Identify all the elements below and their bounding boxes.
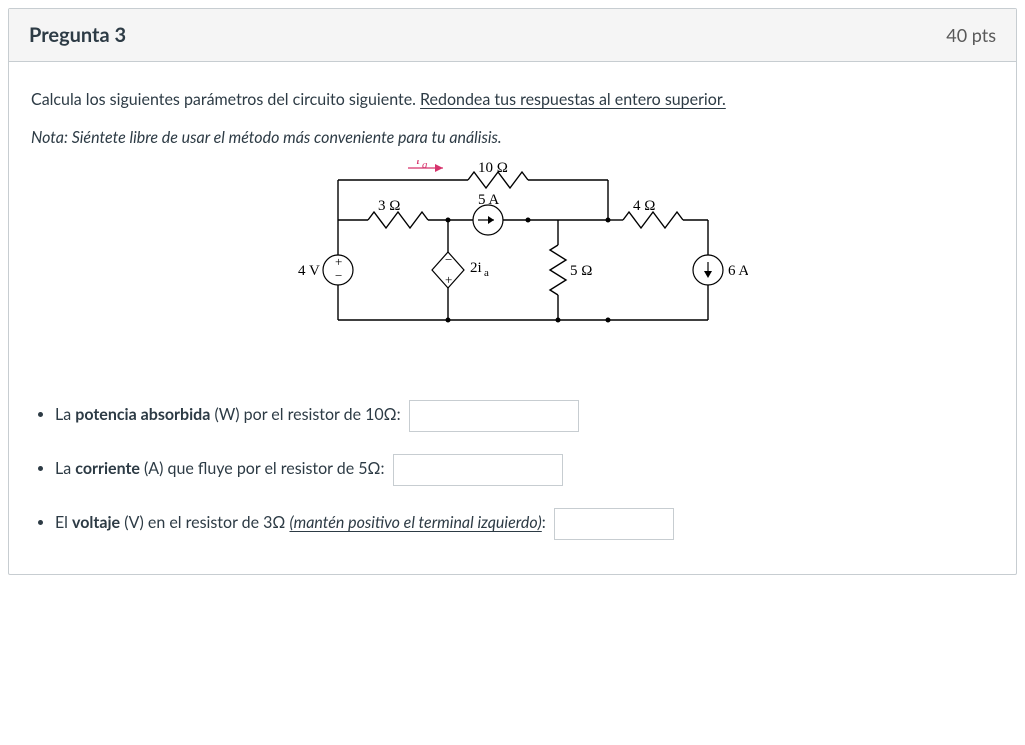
a2-post: (A) que fluye por el resistor de 5Ω:	[140, 459, 385, 478]
dep-minus: −	[445, 252, 452, 267]
a1-strong: potencia absorbida	[75, 405, 210, 424]
label-r10: 10 Ω	[478, 160, 508, 176]
a3-post: :	[542, 513, 546, 532]
label-6a: 6 A	[728, 263, 748, 279]
question-title: Pregunta 3	[29, 23, 126, 47]
answer-item-3: El voltaje (V) en el resistor de 3Ω (man…	[55, 508, 994, 540]
prompt-line: Calcula los siguientes parámetros del ci…	[31, 88, 994, 112]
label-r4: 4 Ω	[633, 198, 655, 214]
label-ia-sub: a	[422, 160, 428, 171]
a3-pre: El	[55, 513, 72, 532]
question-points: 40 pts	[946, 24, 996, 46]
answer-item-1: La potencia absorbida (W) por el resisto…	[55, 400, 994, 432]
answers-list: La potencia absorbida (W) por el resisto…	[31, 400, 994, 540]
answer-input-1[interactable]	[409, 400, 579, 432]
label-2ia: 2i	[470, 260, 482, 276]
answer-item-2: La corriente (A) que fluye por el resist…	[55, 454, 994, 486]
a2-pre: La	[55, 459, 75, 478]
label-ia: i	[416, 160, 420, 168]
question-card: Pregunta 3 40 pts Calcula los siguientes…	[8, 8, 1017, 575]
note-line: Nota: Siéntete libre de usar el método m…	[31, 126, 994, 150]
a3-strong: voltaje	[72, 513, 120, 532]
prompt-strong: Redondea tus respuestas al entero superi…	[420, 90, 726, 109]
answer-input-2[interactable]	[393, 454, 563, 486]
label-5a: 5 A	[478, 192, 499, 208]
answer-input-3[interactable]	[554, 508, 674, 540]
vsrc-minus: −	[335, 268, 342, 283]
circuit-diagram: 10 Ω i a 3 Ω	[31, 160, 994, 360]
label-r5: 5 Ω	[570, 263, 592, 279]
a1-pre: La	[55, 405, 75, 424]
label-2ia-sub: a	[484, 267, 489, 279]
a3-mid: (V) en el resistor de 3Ω	[120, 513, 289, 532]
label-4v: 4 V	[298, 263, 320, 279]
vsrc-plus: +	[335, 254, 342, 269]
a2-strong: corriente	[75, 459, 140, 478]
question-header: Pregunta 3 40 pts	[9, 9, 1016, 62]
prompt-lead: Calcula los siguientes parámetros del ci…	[31, 90, 420, 109]
a3-em: (mantén positivo el terminal izquierdo)	[289, 513, 541, 532]
dep-plus: +	[445, 272, 452, 287]
label-r3: 3 Ω	[378, 198, 400, 214]
a1-post: (W) por el resistor de 10Ω:	[210, 405, 400, 424]
question-body: Calcula los siguientes parámetros del ci…	[9, 62, 1016, 574]
